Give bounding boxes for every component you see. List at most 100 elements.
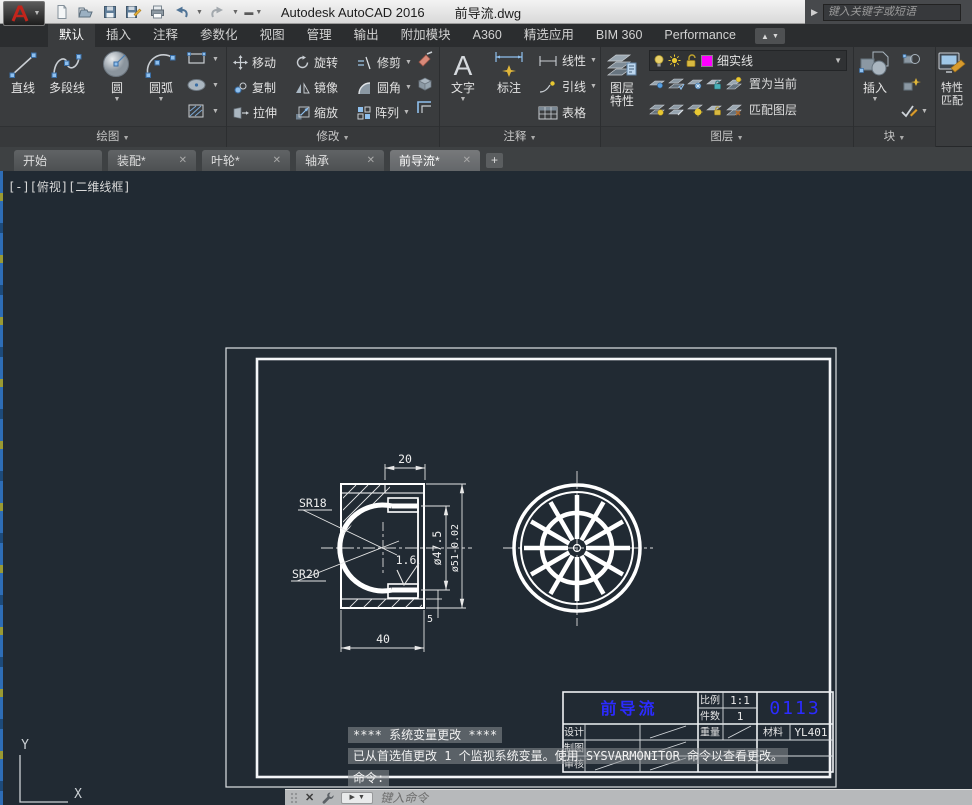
chevron-down-icon: ▼ (771, 32, 779, 40)
ribbon-tab-output[interactable]: 输出 (343, 24, 390, 47)
file-tab-assembly[interactable]: 装配* ✕ (108, 150, 196, 171)
ribbon-collapse-button[interactable]: ▲ ▼ (754, 28, 785, 44)
unlock-icon (686, 53, 696, 67)
attribute-sync-button[interactable]: ▼ (900, 103, 928, 119)
file-tab-start[interactable]: 开始 (14, 150, 102, 171)
file-tab-impeller[interactable]: 叶轮* ✕ (202, 150, 290, 171)
drawing-viewport[interactable]: 20 40 ø47.5 ø51-0.02 5 SR18 SR20 1.6 前导流… (0, 171, 972, 805)
offset-icon[interactable] (416, 99, 434, 115)
insert-block-button[interactable]: 插入 ▼ (857, 49, 893, 103)
panel-footer-block[interactable]: 块 ▼ (854, 126, 935, 147)
file-tab-bar: 开始 装配* ✕ 叶轮* ✕ 轴承 ✕ 前导流* ✕ + (0, 147, 972, 171)
copy-icon (234, 82, 247, 93)
rotate-button[interactable]: 旋转 (295, 50, 357, 75)
ellipse-button[interactable]: ▼ (186, 77, 219, 93)
rectangle-button[interactable]: ▼ (186, 51, 219, 67)
panel-footer-layers[interactable]: 图层 ▼ (601, 126, 853, 147)
mirror-icon (296, 81, 310, 93)
scale-button[interactable]: 缩放 (295, 100, 357, 125)
drawing-canvas: [-][俯视][二维线框] 20 40 ø47.5 ø51-0.02 5 SR1… (0, 171, 972, 805)
scale-icon (296, 106, 310, 119)
text-button[interactable]: A 文字 ▼ (448, 49, 478, 103)
arc-button[interactable]: 圆弧 ▼ (142, 49, 180, 103)
ribbon-tab-a360[interactable]: A360 (462, 24, 513, 47)
line-button[interactable]: 直线 (6, 49, 40, 95)
drag-grip-icon[interactable] (290, 792, 298, 804)
fillet-button[interactable]: 圆角 ▼ (357, 75, 425, 100)
panel-footer-annotate[interactable]: 注释 ▼ (440, 126, 600, 147)
hatch-button[interactable]: ▼ (186, 103, 219, 119)
file-tab-front-guide[interactable]: 前导流* ✕ (390, 150, 480, 171)
panel-footer-draw[interactable]: 绘图 ▼ (0, 126, 226, 147)
close-icon[interactable]: ✕ (273, 155, 281, 166)
ribbon-tab-annotate[interactable]: 注释 (142, 24, 189, 47)
close-icon[interactable]: ✕ (463, 155, 471, 166)
arc-icon (145, 54, 176, 78)
ribbon-tab-insert[interactable]: 插入 (95, 24, 142, 47)
set-current-layer-icon[interactable] (725, 76, 743, 91)
panel-match-properties: 特性 匹配 (936, 47, 972, 147)
command-recent-button[interactable]: ▶ ▼ (341, 791, 374, 804)
layer-properties-button[interactable]: 图层 特性 (605, 49, 639, 107)
move-button[interactable]: 移动 (233, 50, 295, 75)
close-icon[interactable]: ✕ (367, 155, 375, 166)
close-command-line-icon[interactable]: ✕ (305, 791, 314, 804)
layer-lock-icon[interactable] (706, 76, 723, 91)
dim-dia-inner: ø47.5 (430, 531, 444, 566)
application-menu-button[interactable]: ▼ (3, 1, 45, 26)
ribbon-tab-row: 默认 插入 注释 参数化 视图 管理 输出 附加模块 A360 精选应用 BIM… (0, 24, 972, 47)
circle-button[interactable]: 圆 ▼ (100, 49, 134, 103)
command-input-placeholder[interactable]: 键入命令 (380, 789, 428, 805)
layer-on-icon[interactable] (649, 102, 666, 117)
leader-button[interactable]: 引线 ▼ (538, 78, 597, 95)
ribbon-tab-bim360[interactable]: BIM 360 (585, 24, 654, 47)
stretch-button[interactable]: 拉伸 (233, 100, 295, 125)
layer-isolate-icon[interactable] (668, 76, 685, 91)
close-icon[interactable]: ✕ (179, 155, 187, 166)
modify-mini-column (416, 51, 434, 115)
ribbon-tab-manage[interactable]: 管理 (296, 24, 343, 47)
trim-button[interactable]: 修剪 ▼ (357, 50, 425, 75)
layer-freeze-icon[interactable] (687, 76, 704, 91)
explode-icon[interactable] (416, 75, 434, 91)
match-layer-icon[interactable] (725, 102, 743, 117)
erase-brush-icon[interactable] (416, 51, 434, 67)
ribbon-tab-home[interactable]: 默认 (48, 24, 96, 47)
table-button[interactable]: 表格 (538, 104, 586, 121)
ribbon-tab-featured-apps[interactable]: 精选应用 (513, 24, 585, 47)
file-tab-bearing[interactable]: 轴承 ✕ (296, 150, 384, 171)
create-block-button[interactable] (902, 51, 922, 67)
layer-unlock-icon[interactable] (706, 102, 723, 117)
set-current-label[interactable]: 置为当前 (749, 75, 797, 92)
chevron-down-icon: ▼ (921, 107, 928, 115)
array-button[interactable]: 阵列 ▼ (357, 100, 425, 125)
help-search-input[interactable] (822, 3, 961, 21)
layer-select-combo[interactable]: 细实线 ▼ (649, 50, 847, 71)
edit-attribute-button[interactable] (902, 77, 922, 93)
scale-value: 1:1 (730, 694, 750, 707)
ribbon-tab-addins[interactable]: 附加模块 (390, 24, 462, 47)
ribbon-tab-view[interactable]: 视图 (249, 24, 296, 47)
panel-block: 插入 ▼ ▼ 块 ▼ (854, 47, 936, 147)
match-layer-label[interactable]: 匹配图层 (749, 101, 797, 118)
match-properties-button[interactable]: 特性 匹配 (937, 51, 967, 107)
polyline-button[interactable]: 多段线 (48, 49, 86, 95)
ucs-x-label: X (74, 787, 82, 802)
linear-dim-button[interactable]: 线性 ▼ (538, 52, 597, 69)
panel-footer-modify[interactable]: 修改 ▼ (227, 126, 439, 147)
dimension-button[interactable]: 标注 (492, 49, 526, 95)
ribbon-tab-parametric[interactable]: 参数化 (189, 24, 249, 47)
search-expand-icon[interactable]: ▶ (811, 7, 818, 18)
layer-unisolate-icon[interactable] (668, 102, 685, 117)
ribbon-tab-performance[interactable]: Performance (653, 24, 747, 47)
dim-bottom-width: 40 (376, 632, 390, 646)
drawing-number: 0113 (769, 698, 820, 719)
layer-off-icon[interactable] (649, 76, 666, 91)
copy-button[interactable]: 复制 (233, 75, 295, 100)
new-drawing-tab-button[interactable]: + (486, 153, 503, 168)
customize-wrench-icon[interactable] (321, 791, 334, 804)
ucs-icon[interactable]: Y X (19, 738, 82, 803)
panel-block-body: 插入 ▼ ▼ (854, 47, 935, 126)
mirror-button[interactable]: 镜像 (295, 75, 357, 100)
layer-thaw-icon[interactable] (687, 102, 704, 117)
